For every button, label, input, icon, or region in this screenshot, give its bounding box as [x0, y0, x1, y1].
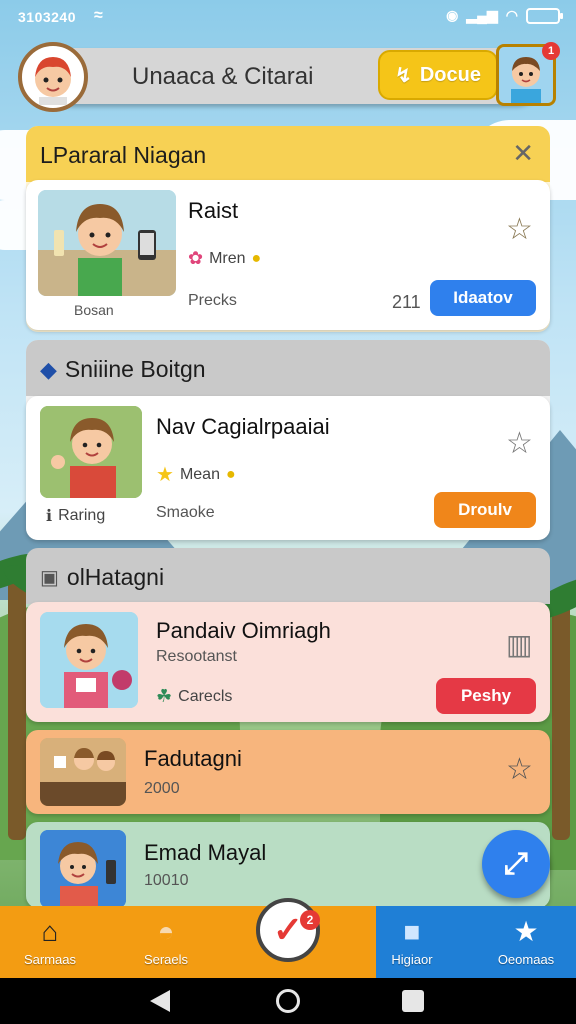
star-icon: ★: [513, 915, 539, 947]
list-item[interactable]: Pandaiv Oimriagh Resootanst ☘ Carecls Pe…: [26, 602, 550, 722]
nav-star[interactable]: ★ Oeomaas: [478, 906, 574, 978]
home-icon: ⌂: [41, 915, 59, 947]
card-meta-value: 211: [392, 292, 421, 312]
shield-icon: ◆: [40, 356, 57, 382]
home-circle-icon[interactable]: [276, 989, 300, 1013]
card-title: Raist: [188, 198, 239, 223]
section-title: LPararal Niagan: [40, 142, 207, 168]
share-icon: ⤢: [504, 847, 528, 880]
card-subtitle: Mren: [209, 249, 246, 267]
star-icon[interactable]: ☆: [506, 212, 533, 247]
card-title: Emad Mayal: [144, 840, 267, 865]
card-title: Fadutagni: [144, 746, 242, 771]
star-icon[interactable]: ☆: [506, 426, 533, 461]
nav-label: Higiaor: [391, 951, 433, 967]
card-thumbnail: [40, 406, 142, 498]
card-subtitle-row: ✿ Mren ●: [188, 248, 261, 269]
system-navigation-bar: [0, 978, 576, 1024]
nav-label: Seraels: [143, 951, 189, 967]
card-thumbnail: [40, 612, 138, 708]
card-title: Nav Cagialrpaaiai: [156, 414, 330, 439]
section-panel: LPararal Niagan ✕ Bosan Raist ✿ Mren ● P…: [26, 126, 550, 332]
card-thumbnail: [40, 830, 126, 908]
wifi-icon: ◠: [505, 7, 518, 23]
section-panel: ▣ olHatagni Pandaiv Oimriagh Resootanst …: [26, 548, 550, 908]
card-subtitle: 10010: [144, 872, 189, 889]
card-action-label: Droulv: [458, 500, 512, 519]
girl-avatar-icon: [35, 57, 71, 105]
center-check-button[interactable]: ✓: [256, 898, 320, 962]
nav-bag[interactable]: ◓ Seraels: [118, 906, 214, 978]
daily-button-label: Docue: [419, 63, 481, 86]
card-action-button[interactable]: Peshy: [436, 678, 536, 714]
share-fab-button[interactable]: ⤢: [482, 830, 550, 898]
section-header: ▣ olHatagni: [26, 548, 550, 604]
coin-icon: ●: [251, 249, 262, 267]
card-action-label: Peshy: [460, 686, 512, 705]
app-title: Unaaca & Citarai: [132, 63, 314, 90]
app-header: Unaaca & Citarai ↯ Docue 1: [18, 42, 560, 112]
card-meta-row: ☘ Carecls: [156, 686, 232, 707]
flower-icon: ✿: [188, 248, 204, 268]
thumbnail-caption: Raring: [58, 507, 106, 524]
notification-badge: 1: [542, 42, 560, 60]
card-subtitle: Mean: [179, 465, 220, 483]
card-subtitle: 2000: [144, 780, 180, 797]
section-title: olHatagni: [66, 564, 165, 590]
daily-button[interactable]: ↯ Docue: [378, 50, 498, 100]
battery-icon: [526, 7, 563, 24]
card-title: Pandaiv Oimriagh: [156, 618, 331, 643]
grid-icon[interactable]: ▥: [506, 628, 532, 661]
section-title: Sniiine Boitgn: [64, 356, 206, 382]
star-icon[interactable]: ☆: [506, 752, 533, 787]
center-badge: 2: [300, 910, 320, 930]
close-icon[interactable]: ✕: [512, 138, 534, 169]
list-item[interactable]: Bosan Raist ✿ Mren ● Precks 211 Idaatov …: [26, 180, 550, 330]
list-item[interactable]: Fadutagni 2000 ☆: [26, 730, 550, 814]
recent-apps-icon[interactable]: [402, 990, 424, 1012]
status-bar: 3103240 ≈ ◉ ▂▄▆ ◠: [0, 0, 576, 36]
nav-label: Sarmaas: [23, 951, 77, 967]
list-item[interactable]: ℹ Raring Nav Cagialrpaaiai ★ Mean ● Smao…: [26, 396, 550, 540]
card-meta-label: Smaoke: [156, 504, 215, 521]
status-time: 3103240: [18, 9, 77, 25]
list-item[interactable]: Emad Mayal 10010: [26, 822, 550, 908]
card-meta-label: Precks: [188, 292, 237, 309]
lightning-icon: ↯: [395, 64, 412, 87]
bag-icon: ◓: [157, 915, 175, 947]
section-header: ◆ Sniiine Boitgn: [26, 340, 550, 396]
section-header: LPararal Niagan ✕: [26, 126, 550, 182]
card-thumbnail: [40, 738, 126, 806]
card-meta-label: Carecls: [178, 687, 233, 705]
profile-avatar[interactable]: [18, 42, 88, 112]
chat-icon: ■: [403, 915, 421, 947]
nav-label: Oeomaas: [497, 951, 555, 967]
card-action-button[interactable]: Idaatov: [430, 280, 536, 316]
section-panel: ◆ Sniiine Boitgn ℹ Raring Nav Cagialrpaa…: [26, 340, 550, 540]
back-icon[interactable]: [150, 990, 170, 1012]
card-action-label: Idaatov: [453, 288, 513, 307]
card-action-button[interactable]: Droulv: [434, 492, 536, 528]
check-icon: ✓: [272, 909, 304, 950]
section-title-row: ▣ olHatagni: [40, 564, 164, 591]
thumbnail-caption: Bosan: [74, 302, 114, 318]
card-subtitle: Resootanst: [156, 648, 237, 665]
star-filled-icon: ★: [156, 464, 174, 486]
nav-chat[interactable]: ■ Higiaor: [364, 906, 460, 978]
leaf-icon: ☘: [156, 686, 173, 706]
nav-home[interactable]: ⌂ Sarmaas: [2, 906, 98, 978]
section-title-row: ◆ Sniiine Boitgn: [40, 356, 206, 383]
info-icon: ℹ: [46, 508, 53, 525]
cookie-icon: ▣: [40, 567, 59, 589]
signal-icon: ▂▄▆: [466, 7, 498, 23]
wifi-icon: ≈: [94, 7, 103, 24]
location-icon: ◉: [446, 7, 459, 23]
card-caption-row: ℹ Raring: [46, 506, 105, 526]
card-thumbnail: [38, 190, 176, 296]
card-subtitle-row: ★ Mean ●: [156, 462, 236, 487]
coin-icon: ●: [225, 465, 236, 483]
